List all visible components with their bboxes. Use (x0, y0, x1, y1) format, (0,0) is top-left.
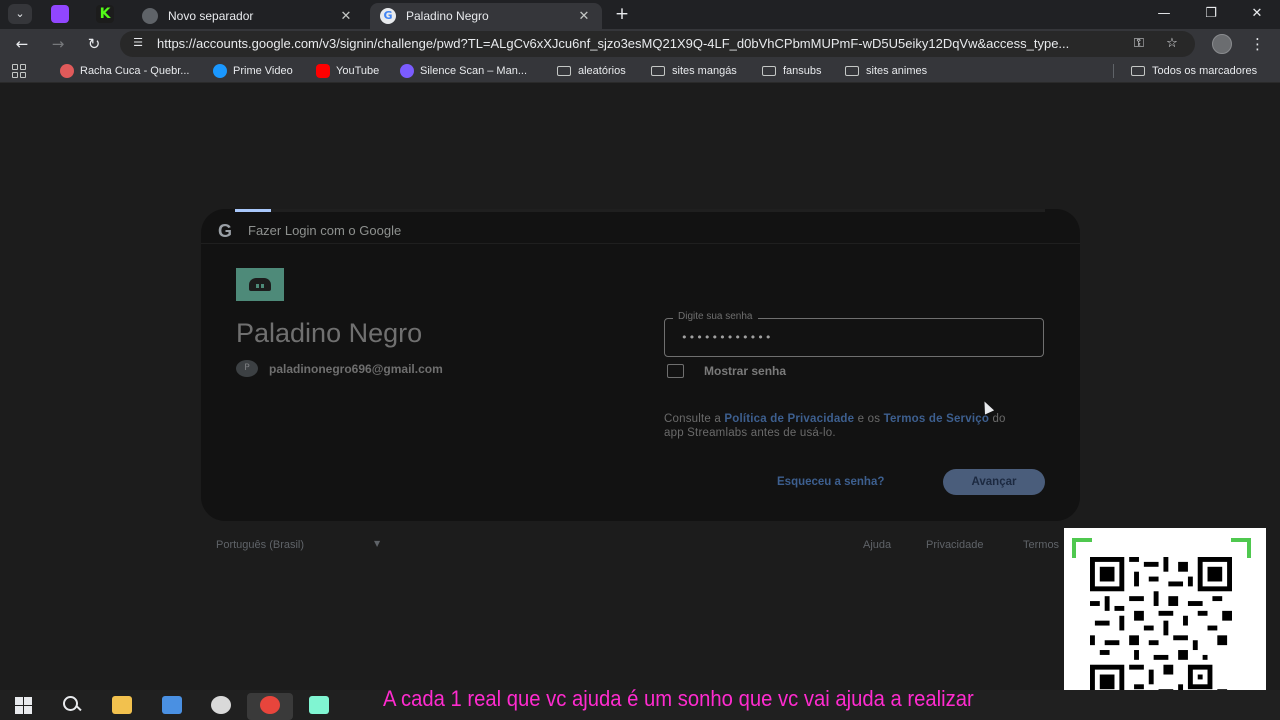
prime-video-icon (213, 64, 227, 78)
tab-title: Novo separador (168, 9, 254, 23)
consent-prefix: Consulte a (664, 413, 725, 425)
forward-button[interactable]: → (48, 34, 68, 54)
bookmark-prime-video[interactable]: Prime Video (213, 63, 293, 79)
tab-search-button[interactable]: ⌄ (8, 4, 32, 24)
bookmark-star-icon[interactable]: ☆ (1163, 36, 1181, 52)
chevron-down-icon[interactable]: ▼ (374, 539, 380, 548)
google-icon: G (380, 8, 396, 24)
rachacuca-icon (60, 64, 74, 78)
address-bar[interactable]: ☰ https://accounts.google.com/v3/signin/… (120, 31, 1195, 57)
tab-title: Paladino Negro (406, 9, 489, 23)
chrome-icon[interactable] (260, 696, 280, 714)
account-chip[interactable]: P paladinonegro696@gmail.com (236, 360, 443, 377)
bookmark-youtube[interactable]: YouTube (316, 63, 379, 79)
next-button[interactable]: Avançar (943, 469, 1045, 495)
browser-toolbar: ← → ↻ ☰ https://accounts.google.com/v3/s… (0, 29, 1280, 59)
consent-middle: e os (854, 413, 884, 425)
bookmarks-divider (1113, 64, 1114, 78)
tab-paladino-negro[interactable]: G Paladino Negro ✕ (370, 3, 602, 29)
restore-button[interactable]: ❐ (1196, 4, 1226, 24)
forgot-password-link[interactable]: Esqueceu a senha? (777, 476, 884, 488)
bookmark-label: Racha Cuca - Quebr... (80, 65, 190, 77)
qr-frame-corner (1231, 538, 1251, 558)
folder-icon (557, 66, 571, 76)
qr-code-icon (1090, 557, 1232, 699)
microsoft-store-icon[interactable] (162, 696, 182, 714)
folder-icon (651, 66, 665, 76)
language-select[interactable]: Português (Brasil) (216, 539, 304, 551)
close-tab-icon[interactable]: ✕ (338, 9, 354, 24)
folder-icon (845, 66, 859, 76)
bookmark-folder-sites-mangas[interactable]: sites mangás (651, 63, 737, 79)
folder-icon (1131, 66, 1145, 76)
show-password-toggle[interactable]: Mostrar senha (667, 364, 786, 378)
signin-card: G Fazer Login com o Google Paladino Negr… (201, 209, 1080, 521)
help-link[interactable]: Ajuda (863, 539, 891, 551)
bookmark-label: YouTube (336, 65, 380, 77)
apps-grid-icon[interactable] (12, 64, 26, 78)
reload-button[interactable]: ↻ (84, 34, 104, 54)
close-tab-icon[interactable]: ✕ (576, 9, 592, 24)
streamlabs-logo-icon (236, 268, 284, 301)
bookmark-label: Silence Scan – Man... (420, 65, 528, 77)
show-password-label: Mostrar senha (704, 364, 787, 378)
password-key-icon[interactable]: ⚿ (1130, 36, 1148, 52)
bookmark-label: Todos os marcadores (1152, 65, 1258, 77)
bookmark-silence-scan[interactable]: Silence Scan – Man... (400, 63, 527, 79)
menu-icon[interactable]: ⋮ (1250, 34, 1265, 54)
terms-link[interactable]: Termos (1023, 539, 1059, 551)
card-header: G Fazer Login com o Google (201, 212, 1080, 244)
obs-icon[interactable] (211, 696, 231, 714)
privacy-link[interactable]: Privacidade (926, 539, 983, 551)
kick-icon[interactable]: K (96, 5, 114, 23)
youtube-icon (316, 64, 330, 78)
card-header-title: Fazer Login com o Google (248, 223, 402, 238)
bookmark-label: sites mangás (672, 65, 737, 77)
tab-new-tab[interactable]: Novo separador ✕ (132, 3, 364, 29)
close-window-button[interactable]: ✕ (1242, 4, 1272, 24)
donation-ticker: A cada 1 real que vc ajuda é um sonho qu… (383, 686, 974, 711)
streamlabs-icon[interactable] (309, 696, 329, 714)
globe-icon (142, 8, 158, 24)
show-password-checkbox[interactable] (667, 364, 684, 378)
bookmark-folder-aleatorios[interactable]: aleatórios (557, 63, 626, 79)
search-icon[interactable] (63, 696, 81, 714)
bookmark-folder-fansubs[interactable]: fansubs (762, 63, 822, 79)
terms-of-service-link[interactable]: Termos de Serviço (884, 413, 989, 425)
minimize-button[interactable]: — (1149, 4, 1179, 24)
password-value: •••••••••••• (681, 331, 773, 344)
twitch-icon[interactable] (51, 5, 69, 23)
qr-frame-corner (1072, 538, 1092, 558)
site-info-icon[interactable]: ☰ (130, 35, 146, 51)
avatar: P (236, 360, 258, 377)
privacy-policy-link[interactable]: Política de Privacidade (724, 413, 854, 425)
all-bookmarks-folder[interactable]: Todos os marcadores (1131, 63, 1257, 79)
profile-avatar[interactable] (1212, 34, 1232, 54)
bookmark-folder-sites-animes[interactable]: sites animes (845, 63, 927, 79)
password-field[interactable]: •••••••••••• (664, 318, 1044, 357)
bookmark-label: fansubs (783, 65, 822, 77)
windows-start-icon[interactable] (15, 697, 32, 714)
new-tab-button[interactable]: + (612, 4, 632, 24)
bookmark-racha-cuca[interactable]: Racha Cuca - Quebr... (60, 63, 189, 79)
bookmarks-bar: Racha Cuca - Quebr... Prime Video YouTub… (0, 59, 1280, 83)
silence-scan-icon (400, 64, 414, 78)
file-explorer-icon[interactable] (112, 696, 132, 714)
password-label: Digite sua senha (673, 311, 758, 322)
folder-icon (762, 66, 776, 76)
app-name: Paladino Negro (236, 318, 423, 348)
bookmark-label: aleatórios (578, 65, 626, 77)
tab-strip: ⌄ K Novo separador ✕ G Paladino Negro ✕ … (0, 0, 1280, 29)
url-text[interactable]: https://accounts.google.com/v3/signin/ch… (157, 36, 1119, 51)
consent-text: Consulte a Política de Privacidade e os … (664, 412, 1024, 440)
account-email: paladinonegro696@gmail.com (269, 361, 443, 376)
back-button[interactable]: ← (12, 34, 32, 54)
google-logo-icon: G (217, 221, 232, 241)
bookmark-label: Prime Video (233, 65, 293, 77)
bookmark-label: sites animes (866, 65, 928, 77)
